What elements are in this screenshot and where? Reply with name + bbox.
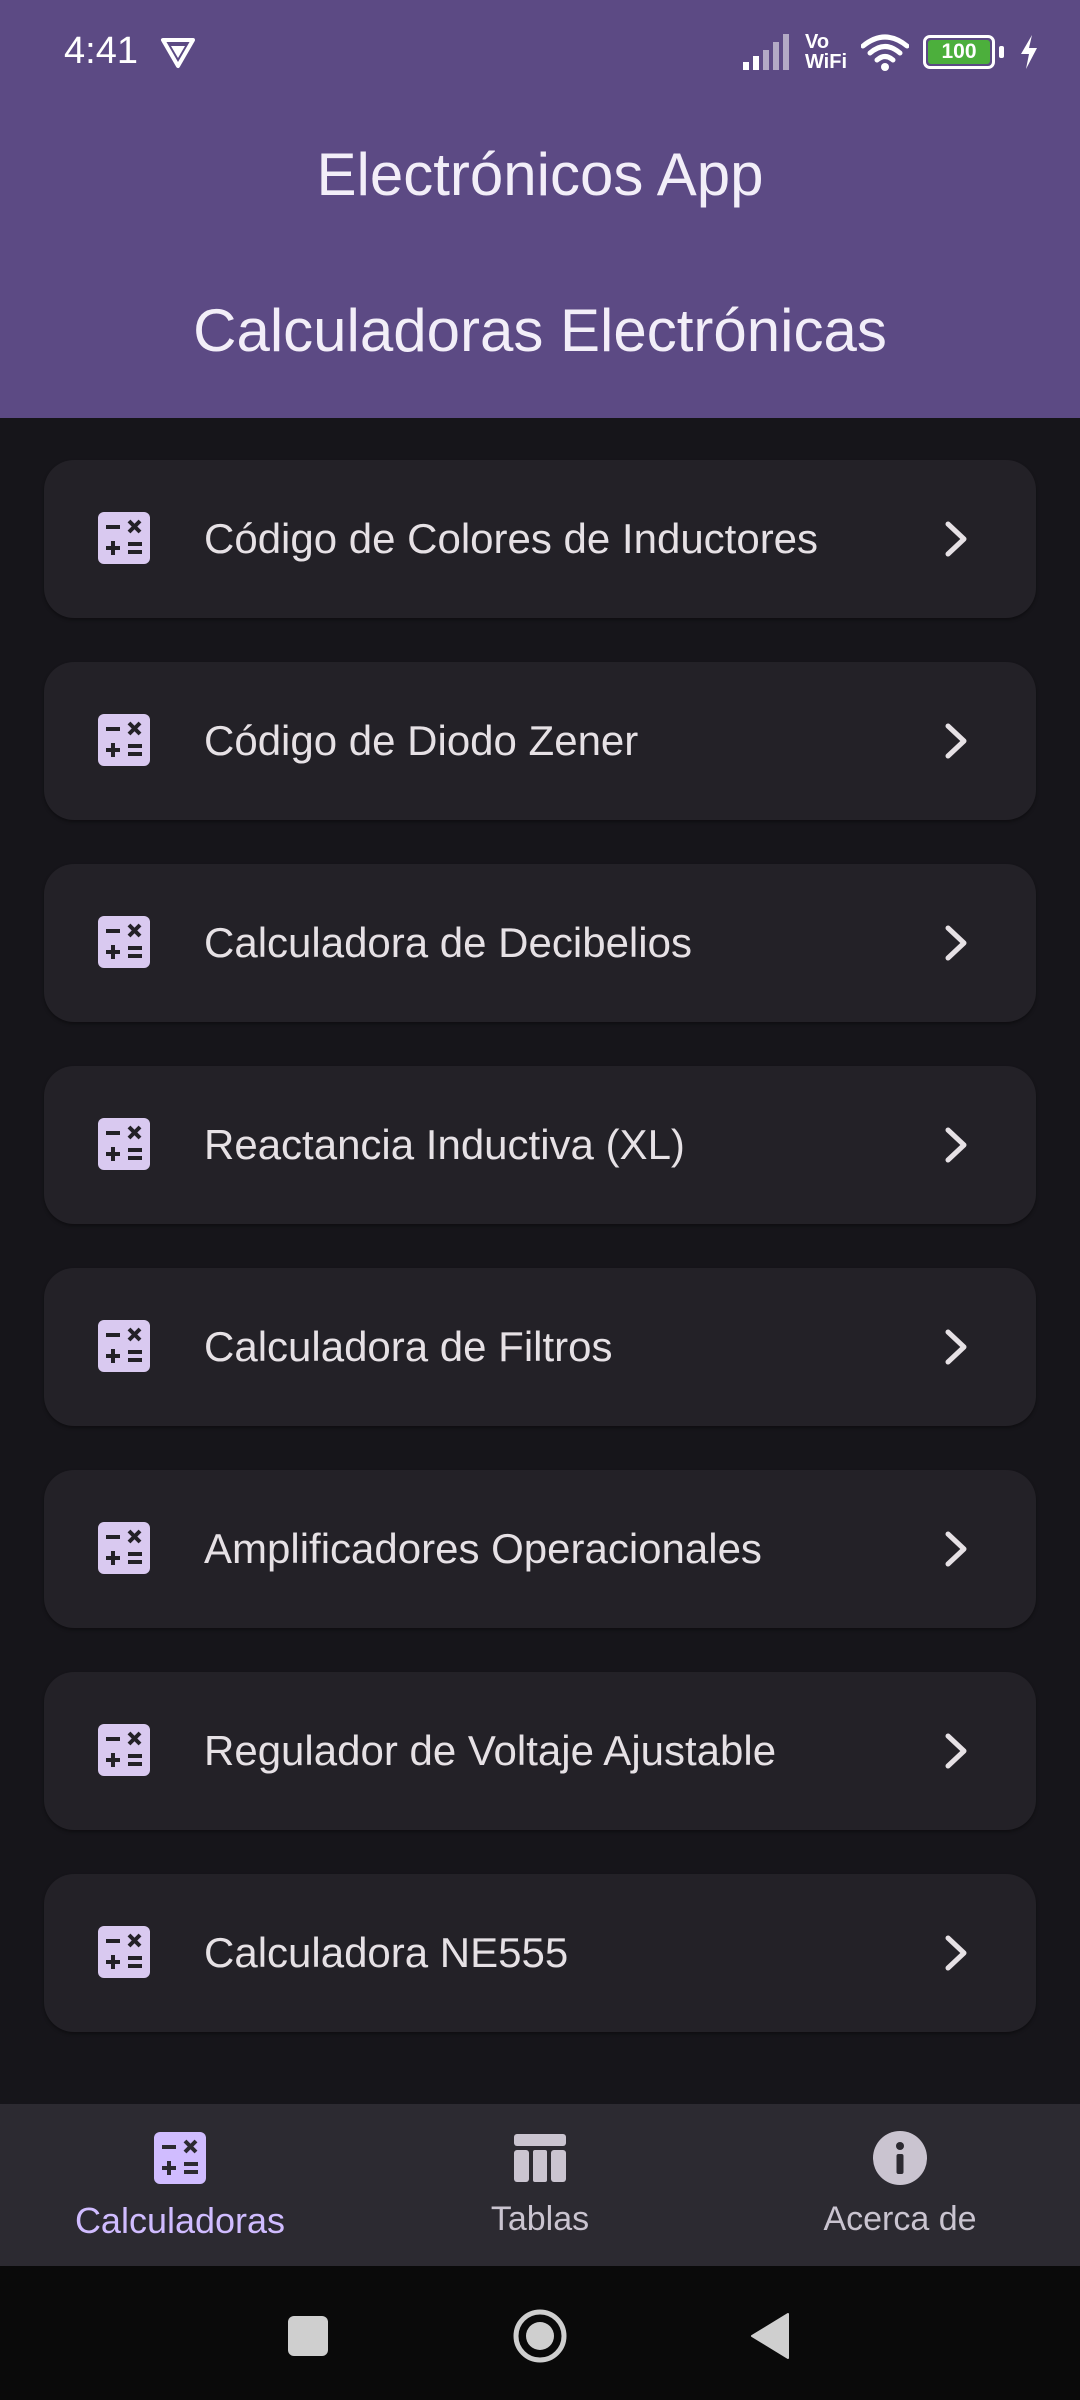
calculator-icon (98, 1320, 150, 1372)
status-time: 4:41 (64, 30, 138, 72)
section-title: Calculadoras Electrónicas (193, 297, 887, 364)
chevron-right-icon (945, 1733, 967, 1769)
calculator-icon (98, 1724, 150, 1776)
system-navigation-bar (0, 2266, 1080, 2400)
calculator-card-8[interactable]: Calculadora NE555 (44, 1874, 1036, 2032)
calculator-card-4[interactable]: Reactancia Inductiva (XL) (44, 1066, 1036, 1224)
nav-label-acerca-de: Acerca de (823, 2200, 977, 2238)
calculator-card-5[interactable]: Calculadora de Filtros (44, 1268, 1036, 1426)
chevron-right-icon (945, 1329, 967, 1365)
table-icon (514, 2134, 566, 2182)
calculator-label: Reactancia Inductiva (XL) (204, 1121, 685, 1168)
calculator-icon (98, 1118, 150, 1170)
nav-item-acerca-de[interactable]: Acerca de (720, 2104, 1080, 2266)
calculator-card-3[interactable]: Calculadora de Decibelios (44, 864, 1036, 1022)
vpn-icon (161, 38, 195, 68)
signal-icon (742, 34, 789, 70)
charging-icon (1021, 35, 1037, 69)
calculator-label: Código de Diodo Zener (204, 717, 639, 764)
calculator-icon (98, 512, 150, 564)
calculator-card-2[interactable]: Código de Diodo Zener (44, 662, 1036, 820)
battery-level: 100 (941, 40, 977, 63)
vowifi-indicator: Vo WiFi (805, 32, 847, 72)
chevron-right-icon (945, 1531, 967, 1567)
chevron-right-icon (945, 1935, 967, 1971)
calculator-list: Código de Colores de Inductores Código d… (44, 460, 1036, 2076)
nav-label-calculadoras: Calculadoras (74, 2200, 286, 2241)
calculator-icon (98, 1926, 150, 1978)
calculator-card-6[interactable]: Amplificadores Operacionales (44, 1470, 1036, 1628)
calculator-label: Calculadora de Filtros (204, 1323, 613, 1370)
chevron-right-icon (945, 1127, 967, 1163)
bottom-navigation: Calculadoras Tablas Acerca de (0, 2104, 1080, 2266)
vowifi-bottom: WiFi (804, 51, 847, 73)
nav-item-tablas[interactable]: Tablas (360, 2104, 720, 2266)
app-header: 4:41 Vo WiFi 100 Electrónicos App Calcul… (0, 0, 1080, 418)
nav-label-tablas: Tablas (490, 2200, 590, 2238)
calculator-label: Amplificadores Operacionales (204, 1525, 762, 1572)
home-button[interactable] (512, 2308, 568, 2364)
calculator-card-1[interactable]: Código de Colores de Inductores (44, 460, 1036, 618)
calculator-label: Regulador de Voltaje Ajustable (204, 1727, 777, 1774)
calculator-label: Calculadora NE555 (204, 1929, 569, 1976)
calculator-icon (98, 714, 150, 766)
wifi-icon (861, 34, 909, 71)
battery-icon: 100 (923, 35, 995, 69)
app-title: Electrónicos App (316, 141, 764, 208)
calculator-icon (98, 916, 150, 968)
calculator-label: Código de Colores de Inductores (204, 515, 819, 562)
chevron-right-icon (945, 723, 967, 759)
chevron-right-icon (945, 925, 967, 961)
calculator-card-7[interactable]: Regulador de Voltaje Ajustable (44, 1672, 1036, 1830)
calculator-label: Calculadora de Decibelios (204, 919, 692, 966)
recents-button[interactable] (280, 2308, 336, 2364)
vowifi-top: Vo (804, 31, 830, 53)
chevron-right-icon (945, 521, 967, 557)
status-icons: Vo WiFi 100 (741, 26, 1040, 78)
status-bar: 4:41 Vo WiFi 100 (0, 0, 1080, 105)
info-icon (873, 2131, 927, 2185)
nav-item-calculadoras[interactable]: Calculadoras (0, 2104, 360, 2266)
calculator-icon (154, 2132, 206, 2184)
calculator-icon (98, 1522, 150, 1574)
battery-tip (999, 46, 1004, 58)
back-button[interactable] (744, 2308, 800, 2364)
